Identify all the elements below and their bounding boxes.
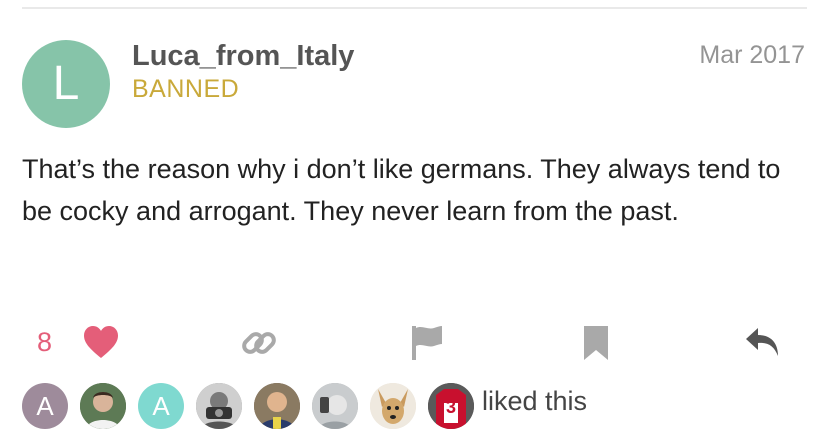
link-icon (242, 332, 276, 354)
liker-avatar[interactable] (370, 383, 416, 429)
bookmark-button[interactable] (582, 324, 610, 362)
liker-avatar[interactable]: A (22, 383, 68, 429)
like-count[interactable]: 8 (37, 327, 52, 358)
user-avatar[interactable]: L (22, 40, 110, 128)
liker-avatar[interactable] (312, 383, 358, 429)
liked-this-label[interactable]: liked this (482, 386, 587, 417)
post-actions: 8 (0, 320, 819, 368)
post-body: That’s the reason why i don’t like germa… (22, 154, 781, 226)
reply-button[interactable] (744, 324, 782, 360)
dog-photo-icon (370, 383, 416, 429)
reply-icon (746, 328, 778, 356)
jersey-number: 3 (445, 397, 456, 417)
post-date[interactable]: Mar 2017 (699, 41, 805, 70)
bookmark-icon (584, 326, 608, 360)
user-photo-icon (312, 383, 358, 429)
username-link[interactable]: Luca_from_Italy (132, 40, 354, 73)
liker-avatar[interactable] (254, 383, 300, 429)
liked-by-row: A A 3 liked this (0, 380, 819, 432)
top-divider (22, 7, 807, 9)
avatar-letter: L (52, 57, 80, 110)
liker-avatar-letter: A (152, 391, 170, 421)
heart-icon (84, 326, 118, 358)
liker-avatar[interactable] (80, 383, 126, 429)
flag-button[interactable] (410, 324, 444, 362)
liker-avatar-letter: A (36, 391, 54, 421)
user-title-badge: BANNED (132, 75, 240, 103)
user-photo-icon (80, 383, 126, 429)
liker-avatar[interactable] (196, 383, 242, 429)
liker-avatar[interactable]: A (138, 383, 184, 429)
share-link-button[interactable] (240, 324, 278, 362)
like-button[interactable] (82, 324, 120, 360)
user-photo-icon (196, 383, 242, 429)
liker-avatar[interactable]: 3 (428, 383, 474, 429)
flag-icon (412, 326, 442, 360)
user-photo-icon (254, 383, 300, 429)
